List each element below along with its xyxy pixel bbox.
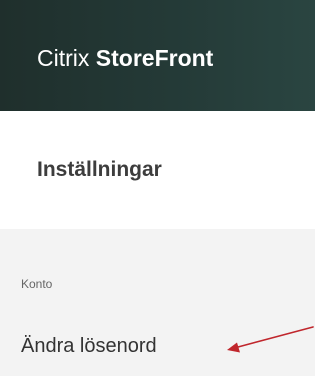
change-password-link[interactable]: Ändra lösenord <box>21 334 157 358</box>
top-bar: Citrix StoreFront <box>0 0 315 111</box>
page-title: Inställningar <box>37 158 162 181</box>
storefront-page: Citrix StoreFront Inställningar Konto Än… <box>0 0 315 376</box>
brand-name-bold: StoreFront <box>95 45 214 71</box>
brand-name-light: Citrix <box>37 45 96 71</box>
account-section-label: Konto <box>21 277 53 291</box>
brand-logo: Citrix StoreFront <box>37 44 213 72</box>
